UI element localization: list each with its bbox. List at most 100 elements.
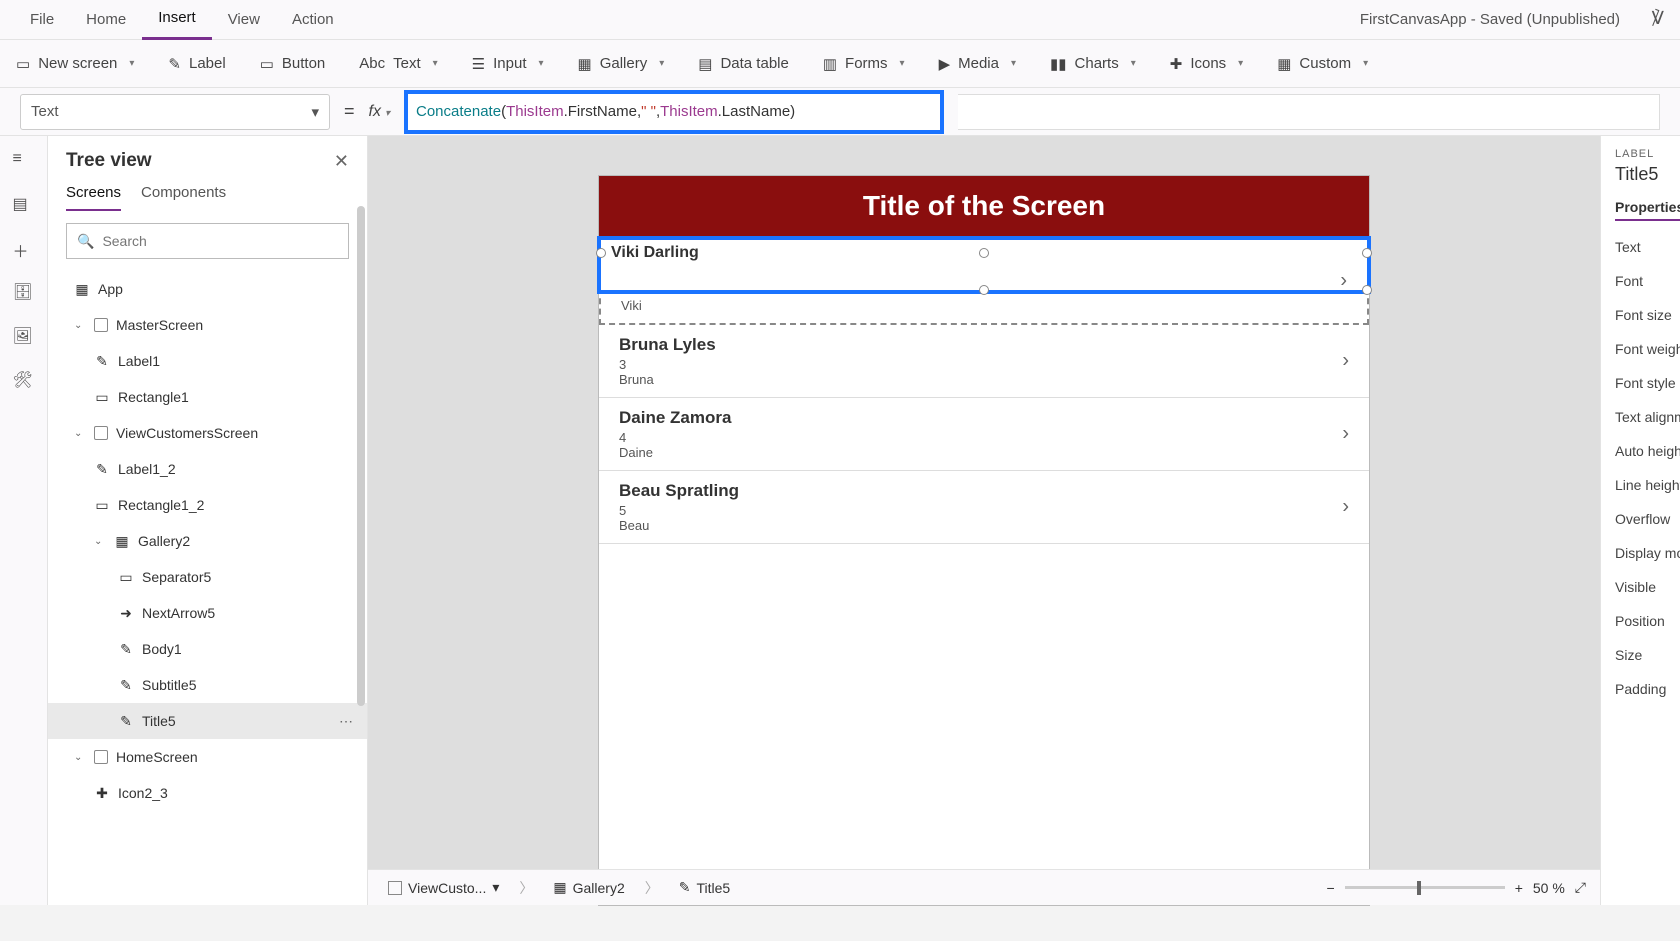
breadcrumb-screen[interactable]: ViewCusto...▾ xyxy=(382,875,505,900)
collapse-icon[interactable]: ⌄ xyxy=(74,428,86,439)
tree-view-icon[interactable]: ▤ xyxy=(13,194,35,216)
tree-label-master: MasterScreen xyxy=(116,317,203,333)
prop-position[interactable]: Position xyxy=(1615,613,1680,629)
prop-size[interactable]: Size xyxy=(1615,647,1680,663)
tab-screens[interactable]: Screens xyxy=(66,184,121,211)
collapse-icon[interactable]: ⌄ xyxy=(74,320,86,331)
text-icon: Abc xyxy=(359,55,385,72)
fx-button[interactable]: fx xyxy=(369,103,390,121)
fit-screen-icon[interactable]: ⤢ xyxy=(1575,879,1586,896)
property-select[interactable]: Text ▾ xyxy=(20,94,330,130)
chevron-right-icon[interactable]: › xyxy=(1342,496,1349,519)
prop-text-align[interactable]: Text alignme xyxy=(1615,409,1680,425)
collapse-icon[interactable]: ⌄ xyxy=(74,752,86,763)
add-icon[interactable]: ＋ xyxy=(13,238,35,260)
media-button[interactable]: ▶ Media xyxy=(933,55,1022,73)
charts-button[interactable]: ▮▮ Charts xyxy=(1044,55,1142,73)
gallery-item-3[interactable]: Beau Spratling 5 Beau › xyxy=(599,471,1369,544)
icons-button[interactable]: ✚ Icons xyxy=(1164,55,1249,73)
hamburger-icon[interactable]: ≡ xyxy=(13,150,35,172)
zoom-slider[interactable] xyxy=(1345,886,1505,889)
tree-search[interactable]: 🔍 xyxy=(66,223,349,259)
resize-handle[interactable] xyxy=(1362,285,1372,295)
data-icon[interactable]: 🗄 xyxy=(13,282,35,304)
label-button[interactable]: ✎ Label xyxy=(162,55,231,73)
tree-node-app[interactable]: ▦App xyxy=(48,271,367,307)
chevron-right-icon[interactable]: › xyxy=(1340,269,1347,292)
prop-auto-height[interactable]: Auto height xyxy=(1615,443,1680,459)
prop-font-style[interactable]: Font style xyxy=(1615,375,1680,391)
menu-view[interactable]: View xyxy=(212,1,276,39)
close-icon[interactable]: ✕ xyxy=(334,151,349,172)
prop-line-height[interactable]: Line height xyxy=(1615,477,1680,493)
custom-button[interactable]: ▦ Custom xyxy=(1271,55,1374,73)
tree-node-body1[interactable]: ✎Body1 xyxy=(48,631,367,667)
chevron-down-icon: ▾ xyxy=(311,103,319,121)
collapse-icon[interactable]: ⌄ xyxy=(94,536,106,547)
tree-node-label1[interactable]: ✎Label1 xyxy=(48,343,367,379)
prop-text[interactable]: Text xyxy=(1615,239,1680,255)
selection-frame[interactable]: Viki Darling xyxy=(597,236,1371,294)
tree-node-rect1-2[interactable]: ▭Rectangle1_2 xyxy=(48,487,367,523)
resize-handle[interactable] xyxy=(979,285,989,295)
formula-input[interactable]: Concatenate(ThisItem.FirstName, " ", Thi… xyxy=(404,90,944,134)
forms-button[interactable]: ▥ Forms xyxy=(817,55,911,73)
formula-str: " " xyxy=(641,103,656,120)
props-tab-properties[interactable]: Properties xyxy=(1615,199,1680,221)
text-button[interactable]: Abc Text xyxy=(353,55,443,72)
menu-action[interactable]: Action xyxy=(276,1,350,39)
media-rail-icon[interactable]: 🖼 xyxy=(13,326,35,348)
resize-handle[interactable] xyxy=(596,248,606,258)
tree-node-home[interactable]: ⌄HomeScreen xyxy=(48,739,367,775)
gallery-item-2[interactable]: Daine Zamora 4 Daine › xyxy=(599,398,1369,471)
chevron-right-icon[interactable]: › xyxy=(1342,350,1349,373)
prop-font-size[interactable]: Font size xyxy=(1615,307,1680,323)
button-button[interactable]: ▭ Button xyxy=(254,55,332,73)
diagnostics-icon[interactable]: ℣ xyxy=(1652,8,1664,29)
breadcrumb-title5[interactable]: ✎Title5 xyxy=(673,875,736,900)
prop-font-weight[interactable]: Font weight xyxy=(1615,341,1680,357)
tree-node-nextarrow5[interactable]: ➜NextArrow5 xyxy=(48,595,367,631)
prop-padding[interactable]: Padding xyxy=(1615,681,1680,697)
properties-panel: LABEL Title5 Properties Text Font Font s… xyxy=(1600,136,1680,905)
tree-node-viewcustomers[interactable]: ⌄ViewCustomersScreen xyxy=(48,415,367,451)
tree-node-master[interactable]: ⌄ MasterScreen xyxy=(48,307,367,343)
menu-file[interactable]: File xyxy=(14,1,70,39)
menu-insert[interactable]: Insert xyxy=(142,0,212,40)
screen-preview[interactable]: Title of the Screen Viki Darling Viki › … xyxy=(599,176,1369,905)
gallery-item-1[interactable]: Bruna Lyles 3 Bruna › xyxy=(599,325,1369,398)
tree-node-subtitle5[interactable]: ✎Subtitle5 xyxy=(48,667,367,703)
menu-home[interactable]: Home xyxy=(70,1,142,39)
chevron-down-icon[interactable]: ▾ xyxy=(492,879,499,896)
tools-icon[interactable]: 🛠 xyxy=(13,370,35,392)
tree-node-rect1[interactable]: ▭Rectangle1 xyxy=(48,379,367,415)
breadcrumb-label-3: Title5 xyxy=(696,880,730,896)
chevron-right-icon[interactable]: › xyxy=(1342,423,1349,446)
tree-node-gallery2[interactable]: ⌄▦Gallery2 xyxy=(48,523,367,559)
prop-font[interactable]: Font xyxy=(1615,273,1680,289)
gallery-item-0[interactable]: Viki Darling Viki › xyxy=(599,236,1369,325)
zoom-out-button[interactable]: − xyxy=(1327,880,1335,896)
formula-rest[interactable] xyxy=(958,94,1660,130)
tree-node-separator5[interactable]: ▭Separator5 xyxy=(48,559,367,595)
tree-node-icon2-3[interactable]: ✚Icon2_3 xyxy=(48,775,367,811)
new-screen-button[interactable]: ▭ New screen xyxy=(10,55,140,73)
breadcrumb-gallery[interactable]: ▦Gallery2 xyxy=(547,875,630,900)
tree-node-title5[interactable]: ✎Title5⋯ xyxy=(48,703,367,739)
input-button[interactable]: ☰ Input xyxy=(466,55,550,73)
gallery-button[interactable]: ▦ Gallery xyxy=(572,55,671,73)
prop-display-mode[interactable]: Display mod xyxy=(1615,545,1680,561)
zoom-in-button[interactable]: + xyxy=(1515,880,1523,896)
resize-handle[interactable] xyxy=(1362,248,1372,258)
prop-visible[interactable]: Visible xyxy=(1615,579,1680,595)
tab-components[interactable]: Components xyxy=(141,184,226,211)
more-icon[interactable]: ⋯ xyxy=(339,713,353,730)
datatable-button[interactable]: ▤ Data table xyxy=(692,55,795,73)
tree-scrollbar[interactable] xyxy=(357,206,365,886)
search-input[interactable] xyxy=(102,233,338,249)
zoom-thumb[interactable] xyxy=(1417,881,1421,895)
scrollbar-thumb[interactable] xyxy=(357,206,365,706)
resize-handle[interactable] xyxy=(979,248,989,258)
tree-node-label1-2[interactable]: ✎Label1_2 xyxy=(48,451,367,487)
prop-overflow[interactable]: Overflow xyxy=(1615,511,1680,527)
